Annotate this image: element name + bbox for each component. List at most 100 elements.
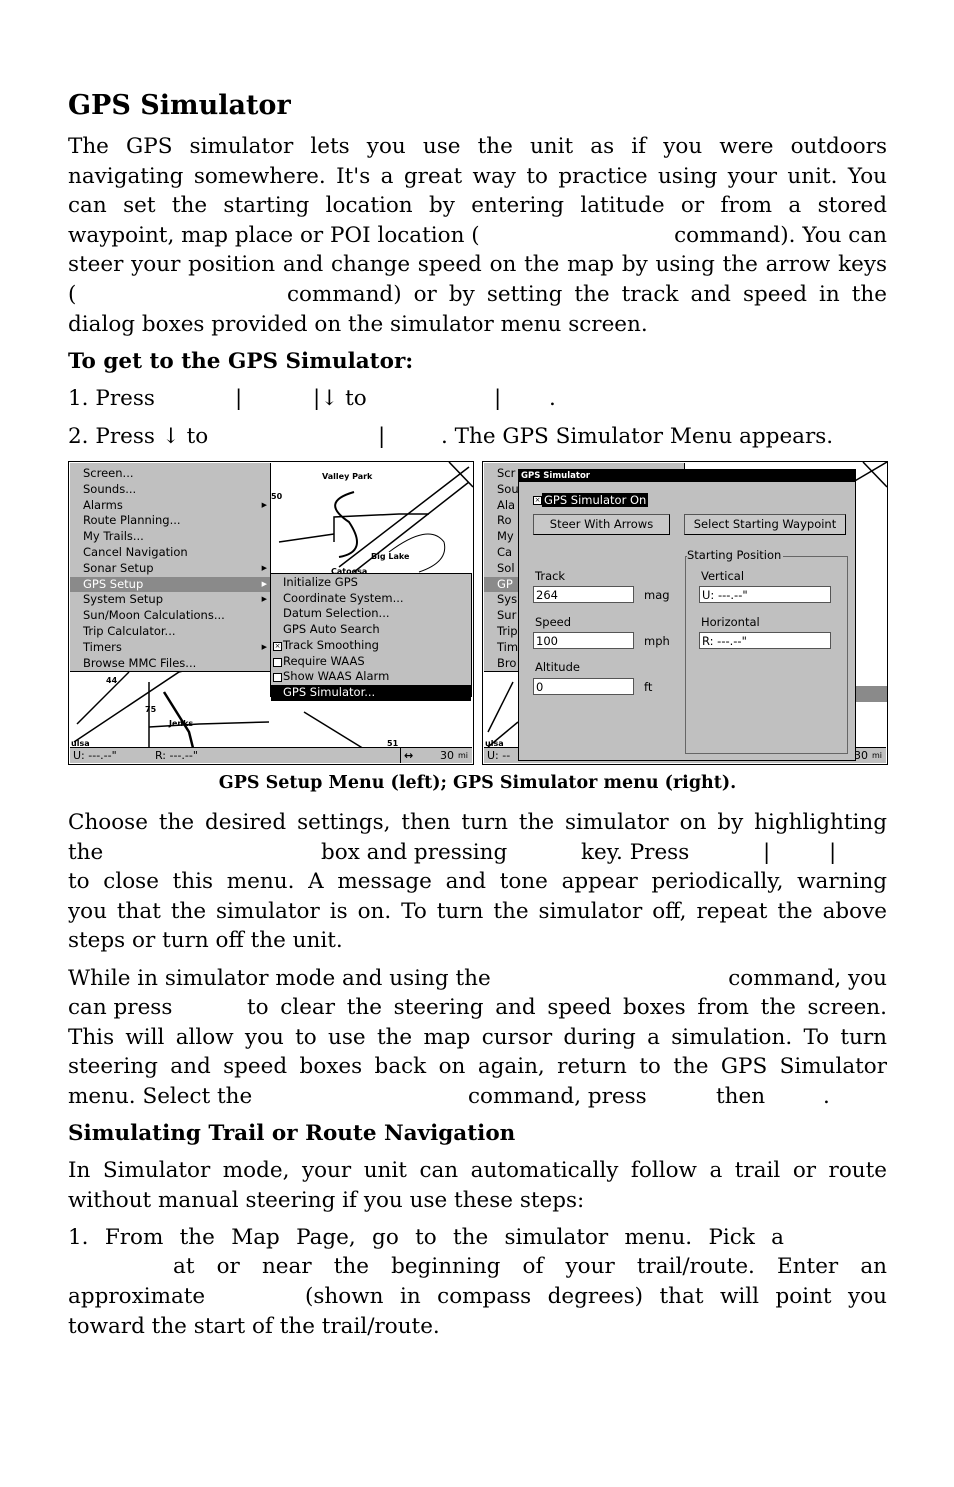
- submenu-item[interactable]: Require WAAS: [271, 654, 471, 670]
- text-line: The GPS simulator lets you use the unit …: [68, 134, 887, 159]
- menu-item[interactable]: System Setup ▶: [70, 592, 270, 608]
- speed-input[interactable]: 100: [533, 632, 634, 649]
- gps-simulator-screenshot: ulsa Scr Sou Ala Ro My Ca Sol GP Sys Sur Trip Tim Br…: [482, 461, 888, 765]
- menu-item-label: Sun/Moon Calculations...: [83, 608, 225, 623]
- checkbox-icon[interactable]: [273, 657, 282, 667]
- select-starting-waypoint-button[interactable]: Select Starting Waypoint: [684, 514, 846, 535]
- menu-item-label: Timers: [83, 639, 122, 654]
- menu-item[interactable]: GPS Setup ▶: [70, 576, 270, 593]
- submenu-item-label: Require WAAS: [283, 653, 365, 668]
- gps-setup-menu-screenshot: Valley Park Big Lake Catoosa Jenks ulsa …: [68, 461, 474, 765]
- menu-item[interactable]: My Trails...: [70, 529, 270, 545]
- text-line: Choose the desired settings, then turn t…: [68, 810, 887, 835]
- menu-item[interactable]: Sun/Moon Calculations...: [70, 608, 270, 624]
- submenu-item-label: Coordinate System...: [283, 590, 404, 605]
- text-line: can set the starting location by enterin…: [68, 193, 887, 218]
- text-line: then: [716, 1084, 766, 1109]
- status-bar: U: ---.--" R: ---.--" ↔ 30 mi: [70, 747, 472, 763]
- menu-item-label: Sonar Setup: [83, 560, 154, 575]
- sim-on-checkbox[interactable]: ×: [533, 496, 542, 505]
- text-line: command, press: [468, 1084, 647, 1109]
- menu-item[interactable]: Route Planning...: [70, 513, 270, 529]
- submenu-item[interactable]: Datum Selection...: [271, 606, 471, 622]
- text-line: the: [68, 840, 104, 865]
- map-label: 44: [106, 676, 118, 685]
- vertical-input[interactable]: U: ---.--": [699, 586, 831, 603]
- zoom-range-icon: ↔: [404, 749, 414, 762]
- map-label: 50: [271, 492, 283, 501]
- gps-simulator-dialog: GPS Simulator × GPS Simulator On Steer W…: [518, 469, 856, 761]
- step-text: 1. Press: [68, 386, 155, 411]
- menu-item[interactable]: Alarms ▶: [70, 498, 270, 514]
- text-line: |: [829, 840, 837, 865]
- text-line: .: [823, 1084, 830, 1109]
- submenu-item[interactable]: Initialize GPS: [271, 575, 471, 591]
- submenu-arrow-icon: ▶: [261, 595, 267, 604]
- submenu-arrow-icon: ▶: [261, 579, 267, 588]
- step-text: .: [549, 386, 556, 411]
- section-title: GPS Simulator: [68, 90, 291, 121]
- menu-item[interactable]: Browse MMC Files...: [70, 656, 270, 672]
- menu-item-label: Trip Calculator...: [83, 624, 176, 638]
- menu-item[interactable]: Cancel Navigation: [70, 545, 270, 561]
- main-menu: Screen... Sounds... Alarms ▶ Route Planning.…: [70, 463, 271, 672]
- horizontal-input[interactable]: R: ---.--": [699, 632, 831, 649]
- figure-caption: GPS Setup Menu (left); GPS Simulator men…: [218, 773, 737, 793]
- submenu-item-label: Datum Selection...: [283, 606, 390, 621]
- submenu-item[interactable]: × Track Smoothing: [271, 638, 471, 654]
- text-line: toward the start of the trail/route.: [68, 1314, 440, 1339]
- altitude-label: Altitude: [535, 660, 580, 674]
- submenu-item[interactable]: GPS Simulator...: [271, 684, 471, 701]
- menu-item[interactable]: Screen...: [70, 466, 270, 482]
- sim-on-label[interactable]: GPS Simulator On: [542, 493, 649, 507]
- menu-item[interactable]: Timers ▶: [70, 640, 270, 656]
- text-line: without manual steering if you use these…: [68, 1188, 585, 1213]
- text-line: to clear the steering and speed boxes fr…: [247, 995, 887, 1020]
- text-line: This will allow you to use the map curso…: [68, 1025, 887, 1050]
- step-text: 2. Press ↓ to: [68, 424, 209, 449]
- menu-item-label: Route Planning...: [83, 513, 181, 528]
- menu-item-label: Browse MMC Files...: [83, 655, 197, 670]
- steer-with-arrows-button[interactable]: Steer With Arrows: [533, 514, 670, 535]
- text-line: command, you: [728, 966, 887, 991]
- menu-item[interactable]: Trip Calculator...: [70, 624, 270, 640]
- checkbox-icon[interactable]: [273, 673, 282, 683]
- map-label: Jenks: [168, 719, 193, 728]
- text-line: approximate: [68, 1284, 206, 1309]
- map-scale-unit: mi: [457, 751, 468, 760]
- submenu-item-label: GPS Auto Search: [283, 622, 380, 637]
- step-text: |: [235, 386, 243, 411]
- menu-item-label: Alarms: [83, 497, 123, 512]
- altitude-unit: ft: [644, 680, 653, 694]
- map-label: Valley Park: [322, 472, 373, 481]
- map-label: 75: [145, 705, 157, 714]
- track-input[interactable]: 264: [533, 586, 634, 603]
- text-line: command). You can: [674, 223, 887, 248]
- gps-setup-submenu: Initialize GPS Coordinate System... Datum …: [270, 573, 472, 701]
- checkbox-icon[interactable]: ×: [273, 641, 282, 651]
- map-scale: 30: [854, 749, 868, 762]
- menu-item[interactable]: Sonar Setup ▶: [70, 561, 270, 577]
- subheading: Simulating Trail or Route Navigation: [68, 1121, 516, 1146]
- text-line: box and pressing: [321, 840, 508, 865]
- speed-unit: mph: [644, 634, 670, 648]
- cursor-u: U: ---.--": [73, 749, 117, 762]
- text-line: can press: [68, 995, 173, 1020]
- speed-label: Speed: [535, 615, 572, 629]
- track-label: Track: [535, 569, 566, 583]
- altitude-input[interactable]: 0: [533, 678, 634, 695]
- page: GPS Simulator The GPS simulator lets you…: [0, 0, 954, 1487]
- horizontal-label: Horizontal: [701, 615, 760, 629]
- starting-position-label: Starting Position: [687, 548, 784, 562]
- submenu-item[interactable]: Coordinate System...: [271, 591, 471, 607]
- menu-item-label: My Trails...: [83, 529, 144, 544]
- submenu-item[interactable]: GPS Auto Search: [271, 622, 471, 638]
- text-line: (shown in compass degrees) that will poi…: [305, 1284, 887, 1309]
- text-line: steer your position and change speed on …: [68, 252, 887, 277]
- text-line: command) or by setting the track and spe…: [287, 282, 887, 307]
- submenu-item[interactable]: Show WAAS Alarm: [271, 669, 471, 685]
- menu-item[interactable]: Sounds...: [70, 482, 270, 498]
- cursor-u: U: --: [487, 749, 511, 762]
- submenu-item-label: Show WAAS Alarm: [283, 669, 390, 684]
- text-line: In Simulator mode, your unit can automat…: [68, 1158, 887, 1183]
